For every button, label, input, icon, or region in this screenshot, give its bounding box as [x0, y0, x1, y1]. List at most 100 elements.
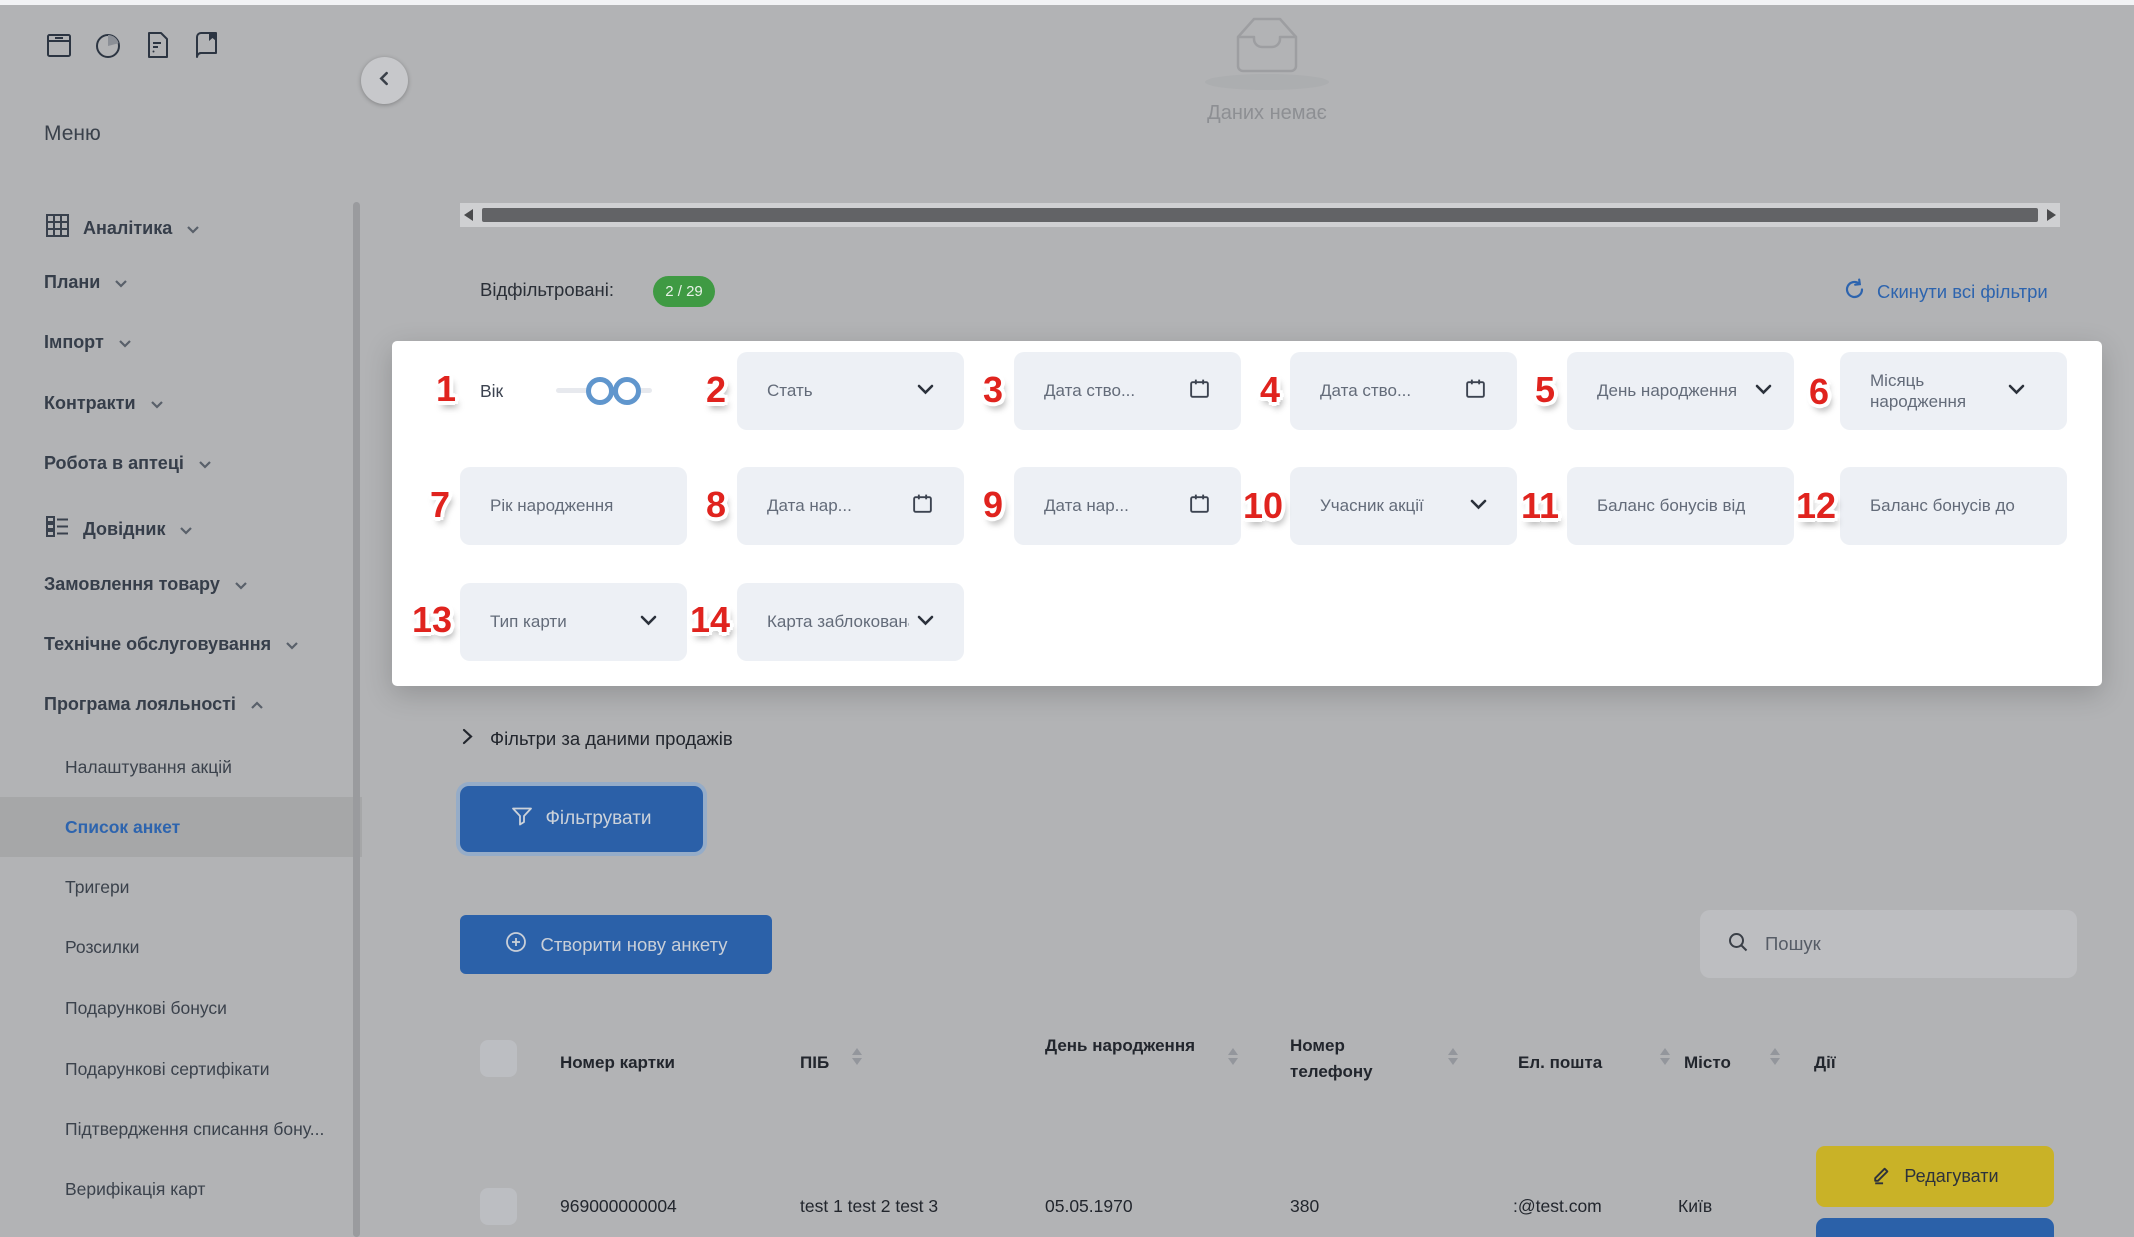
filter-birth-year-input[interactable]: Рік народження	[460, 467, 687, 545]
column-header-email[interactable]: Ел. пошта	[1518, 1050, 1602, 1076]
horizontal-scrollbar[interactable]	[460, 203, 2060, 227]
sidebar-item-pharmacy-work[interactable]: Робота в аптеці	[44, 453, 212, 474]
filter-birth-date-from[interactable]: Дата нар...	[737, 467, 964, 545]
secondary-action-button[interactable]	[1816, 1218, 2054, 1237]
cell-city: Київ	[1678, 1196, 1712, 1217]
sidebar-item-goods-orders[interactable]: Замовлення товару	[44, 574, 248, 595]
pie-chart-icon[interactable]	[93, 30, 123, 60]
app-window: Меню Аналітика Плани Імпорт Контракти Ро…	[0, 0, 2134, 1237]
chevron-down-icon	[917, 382, 934, 400]
sidebar-subitem-gift-bonuses[interactable]: Подарункові бонуси	[65, 998, 227, 1019]
create-button-label: Створити нову анкету	[540, 934, 727, 956]
menu-title: Меню	[44, 122, 101, 146]
column-header-phone[interactable]: Номер телефону	[1290, 1033, 1410, 1086]
edit-button-label: Редагувати	[1904, 1166, 1998, 1187]
reset-filters-link[interactable]: Скинути всі фільтри	[1843, 278, 2048, 306]
sidebar-item-plans[interactable]: Плани	[44, 272, 128, 293]
filter-button[interactable]: Фільтрувати	[460, 786, 703, 852]
sidebar-subitem-bonus-writeoff-confirm[interactable]: Підтвердження списання бону...	[65, 1119, 324, 1140]
annotation-marker: 4	[1260, 369, 1280, 411]
filter-card-type-select[interactable]: Тип карти	[460, 583, 687, 661]
document-icon[interactable]	[142, 30, 172, 60]
filter-bonus-balance-to[interactable]: Баланс бонусів до	[1840, 467, 2067, 545]
filter-created-date-from[interactable]: Дата ство...	[1014, 352, 1241, 430]
sidebar-collapse-button[interactable]	[361, 57, 408, 104]
filter-card-blocked-select[interactable]: Карта заблокована	[737, 583, 964, 661]
sidebar-item-contracts[interactable]: Контракти	[44, 393, 164, 414]
filter-promo-participant-select[interactable]: Учасник акції	[1290, 467, 1517, 545]
sidebar-subitem-promo-settings[interactable]: Налаштування акцій	[65, 757, 232, 778]
create-questionnaire-button[interactable]: Створити нову анкету	[460, 915, 772, 974]
column-header-name[interactable]: ПІБ	[800, 1050, 829, 1076]
chevron-down-icon	[285, 634, 299, 655]
sort-icon[interactable]	[852, 1048, 862, 1065]
chevron-down-icon	[179, 519, 193, 540]
sidebar-item-label: Робота в аптеці	[44, 453, 184, 474]
sort-icon[interactable]	[1770, 1048, 1780, 1065]
cell-email: :@test.com	[1513, 1196, 1602, 1217]
sidebar-item-import[interactable]: Імпорт	[44, 332, 132, 353]
sidebar-quick-icons	[44, 30, 221, 60]
calendar-icon	[911, 492, 934, 520]
annotation-marker: 10	[1243, 485, 1283, 527]
filter-bonus-balance-from[interactable]: Баланс бонусів від	[1567, 467, 1794, 545]
scroll-right-arrow-icon[interactable]	[2047, 209, 2056, 221]
select-all-checkbox[interactable]	[480, 1040, 517, 1077]
search-box[interactable]	[1700, 910, 2077, 978]
sort-icon[interactable]	[1228, 1048, 1238, 1065]
row-checkbox[interactable]	[480, 1188, 517, 1225]
filter-label: Карта заблокована	[767, 612, 909, 632]
filter-gender-select[interactable]: Стать	[737, 352, 964, 430]
sidebar-subitem-mailings[interactable]: Розсилки	[65, 937, 139, 958]
filter-label: Баланс бонусів від	[1597, 496, 1764, 516]
annotation-marker: 2	[706, 369, 726, 411]
scrollbar-thumb[interactable]	[482, 208, 2038, 222]
filter-birth-month-select[interactable]: Місяць народження	[1840, 352, 2067, 430]
annotation-marker: 3	[983, 369, 1003, 411]
filter-birth-day-select[interactable]: День народження	[1567, 352, 1794, 430]
empty-inbox-icon	[1187, 14, 1347, 83]
chevron-down-icon	[114, 272, 128, 293]
edit-button[interactable]: Редагувати	[1816, 1146, 2054, 1207]
filter-label: Дата нар...	[767, 496, 903, 516]
chevron-right-icon	[462, 728, 473, 750]
sort-icon[interactable]	[1660, 1048, 1670, 1065]
annotation-marker: 1	[436, 368, 456, 410]
sidebar-scrollbar[interactable]	[353, 202, 360, 1237]
sort-icon[interactable]	[1448, 1048, 1458, 1065]
pencil-icon	[1871, 1164, 1892, 1190]
cell-name: test 1 test 2 test 3	[800, 1196, 938, 1217]
filter-birth-date-to[interactable]: Дата нар...	[1014, 467, 1241, 545]
sidebar-item-maintenance[interactable]: Технічне обслуговування	[44, 634, 299, 655]
sidebar-item-analytics[interactable]: Аналітика	[44, 212, 200, 244]
cell-card-number: 969000000004	[560, 1196, 677, 1217]
reset-icon	[1843, 278, 1866, 306]
scroll-left-arrow-icon[interactable]	[464, 209, 473, 221]
search-input[interactable]	[1763, 932, 2051, 956]
sidebar-item-loyalty-program[interactable]: Програма лояльності	[44, 694, 264, 715]
chevron-down-icon	[2008, 382, 2025, 400]
age-filter-label: Вік	[480, 352, 503, 430]
sidebar-item-directory[interactable]: Довідник	[44, 513, 193, 545]
column-header-birthday[interactable]: День народження	[1045, 1033, 1195, 1059]
age-slider-handle-max[interactable]	[613, 377, 641, 405]
sales-filters-label: Фільтри за даними продажів	[490, 728, 733, 750]
age-slider-handle-min[interactable]	[586, 377, 614, 405]
calendar-icon	[1188, 492, 1211, 520]
sidebar-item-label: Довідник	[83, 519, 165, 540]
sidebar-subitem-triggers[interactable]: Тригери	[65, 877, 129, 898]
column-header-city[interactable]: Місто	[1684, 1050, 1731, 1076]
annotation-marker: 11	[1521, 485, 1559, 527]
sidebar-subitem-questionnaire-list[interactable]: Список анкет	[65, 817, 180, 838]
annotation-marker: 6	[1809, 371, 1829, 413]
annotation-marker: 8	[706, 484, 726, 526]
sidebar-item-label: Замовлення товару	[44, 574, 220, 595]
sidebar-subitem-card-verification[interactable]: Верифікація карт	[65, 1179, 205, 1200]
column-header-card-number: Номер картки	[560, 1050, 675, 1076]
sidebar-subitem-gift-certificates[interactable]: Подарункові сертифікати	[65, 1059, 270, 1080]
archive-box-icon[interactable]	[44, 30, 74, 60]
chevron-left-icon	[377, 71, 392, 91]
filter-created-date-to[interactable]: Дата ство...	[1290, 352, 1517, 430]
book-icon[interactable]	[191, 30, 221, 60]
sales-filters-toggle[interactable]: Фільтри за даними продажів	[462, 728, 733, 750]
